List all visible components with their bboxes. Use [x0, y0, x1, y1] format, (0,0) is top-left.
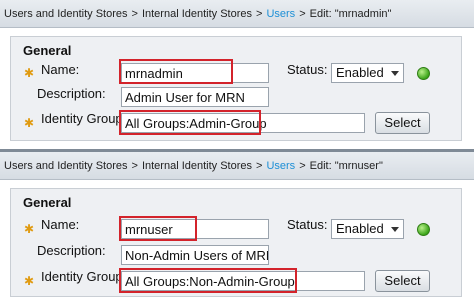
section-title: General: [23, 43, 72, 58]
breadcrumb-users[interactable]: Users: [266, 8, 295, 20]
asterisk-icon: ✱: [24, 66, 35, 80]
asterisk-icon: ✱: [24, 116, 35, 130]
description-input[interactable]: Non-Admin Users of MRN: [121, 245, 269, 265]
breadcrumb-internal-identity-stores[interactable]: Internal Identity Stores: [142, 8, 252, 20]
highlight-box: [119, 216, 197, 241]
status-ok-icon: [417, 223, 430, 236]
description-label: Description:: [37, 86, 106, 101]
name-label: Name:: [41, 217, 80, 232]
description-input[interactable]: Admin User for MRN: [121, 87, 269, 107]
breadcrumb-separator: >: [256, 8, 263, 20]
edit-user-panel-mrnadmin: Users and Identity Stores > Internal Ident…: [0, 0, 474, 149]
breadcrumb-separator: >: [299, 8, 306, 20]
chevron-down-icon: [391, 71, 399, 76]
chevron-down-icon: [391, 227, 399, 232]
status-label: Status:: [287, 217, 328, 232]
edit-user-panel-mrnuser: Users and Identity Stores > Internal Ident…: [0, 152, 474, 305]
highlight-box: [119, 268, 297, 293]
select-button[interactable]: Select: [375, 112, 430, 134]
status-select[interactable]: Enabled: [331, 63, 404, 83]
highlight-box: [119, 110, 261, 135]
breadcrumb-separator: >: [131, 8, 138, 20]
breadcrumb-separator: >: [131, 160, 138, 172]
asterisk-icon: ✱: [24, 274, 35, 288]
status-ok-icon: [417, 67, 430, 80]
breadcrumb-separator: >: [256, 160, 263, 172]
general-section: General ✱ Name: mrnadmin Status: Enabled…: [10, 36, 462, 141]
breadcrumb-users-identity-stores[interactable]: Users and Identity Stores: [4, 160, 128, 172]
status-select[interactable]: Enabled: [331, 219, 404, 239]
breadcrumb-edit-current: Edit: "mrnuser": [309, 160, 383, 172]
status-select-value: Enabled: [336, 65, 384, 80]
breadcrumb-users[interactable]: Users: [266, 160, 295, 172]
highlight-box: [119, 59, 233, 84]
identity-group-label: Identity Group:: [41, 269, 127, 284]
breadcrumb: Users and Identity Stores > Internal Ident…: [0, 0, 474, 28]
breadcrumb: Users and Identity Stores > Internal Ident…: [0, 152, 474, 180]
general-section: General ✱ Name: mrnuser Status: Enabled …: [10, 188, 462, 297]
section-title: General: [23, 195, 72, 210]
select-button[interactable]: Select: [375, 270, 430, 292]
breadcrumb-internal-identity-stores[interactable]: Internal Identity Stores: [142, 160, 252, 172]
status-select-value: Enabled: [336, 221, 384, 236]
identity-group-label: Identity Group:: [41, 111, 127, 126]
breadcrumb-edit-current: Edit: "mrnadmin": [309, 8, 392, 20]
description-label: Description:: [37, 243, 106, 258]
name-label: Name:: [41, 62, 80, 77]
breadcrumb-users-identity-stores[interactable]: Users and Identity Stores: [4, 8, 128, 20]
status-label: Status:: [287, 62, 328, 77]
breadcrumb-separator: >: [299, 160, 306, 172]
asterisk-icon: ✱: [24, 222, 35, 236]
